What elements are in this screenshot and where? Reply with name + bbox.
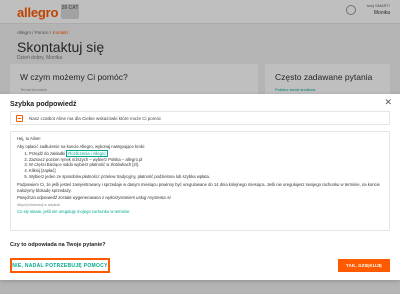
yes-thanks-button[interactable]: TAK, DZIĘKUJĘ xyxy=(338,259,390,272)
quick-tip-modal: Szybka podpowiedź ✕ Nasz czatbot Aline m… xyxy=(0,94,400,280)
still-need-help-button[interactable]: NIE, NADAL POTRZEBUJĘ POMOCY xyxy=(10,258,110,273)
response-greeting: Hej, tu Aline! xyxy=(17,136,41,141)
feedback-question: Czy to odpowiada na Twoje pytanie? xyxy=(10,242,106,248)
response-intro: Aby opłacić zadłużenie na koncie Allegro… xyxy=(17,143,146,149)
close-icon[interactable]: ✕ xyxy=(384,97,392,108)
ai-disclaimer: Powyższa odpowiedź została wygenerowana … xyxy=(17,195,172,201)
chatbot-info-bar: Nasz czatbot Aline ma dla Ciebie wskazów… xyxy=(10,111,390,125)
step-5: Wybierz jeden ze sposobów płatności: prz… xyxy=(29,174,383,180)
modal-title: Szybka podpowiedź xyxy=(10,101,77,108)
chatbot-info-text: Nasz czatbot Aline ma dla Ciebie wskazów… xyxy=(29,116,162,121)
article-link[interactable]: Co się stanie, jeśli nie ureguluję mojeg… xyxy=(17,209,383,215)
response-paragraph: Podpowiem Ci, że jeśli jesteś zarejestro… xyxy=(17,182,380,193)
chatbot-icon xyxy=(16,115,23,122)
steps-list: Przejdź do zakładki Rozliczenia i Allegr… xyxy=(17,150,383,180)
chatbot-response: Hej, tu Aline! Aby opłacić zadłużenie na… xyxy=(10,131,390,231)
